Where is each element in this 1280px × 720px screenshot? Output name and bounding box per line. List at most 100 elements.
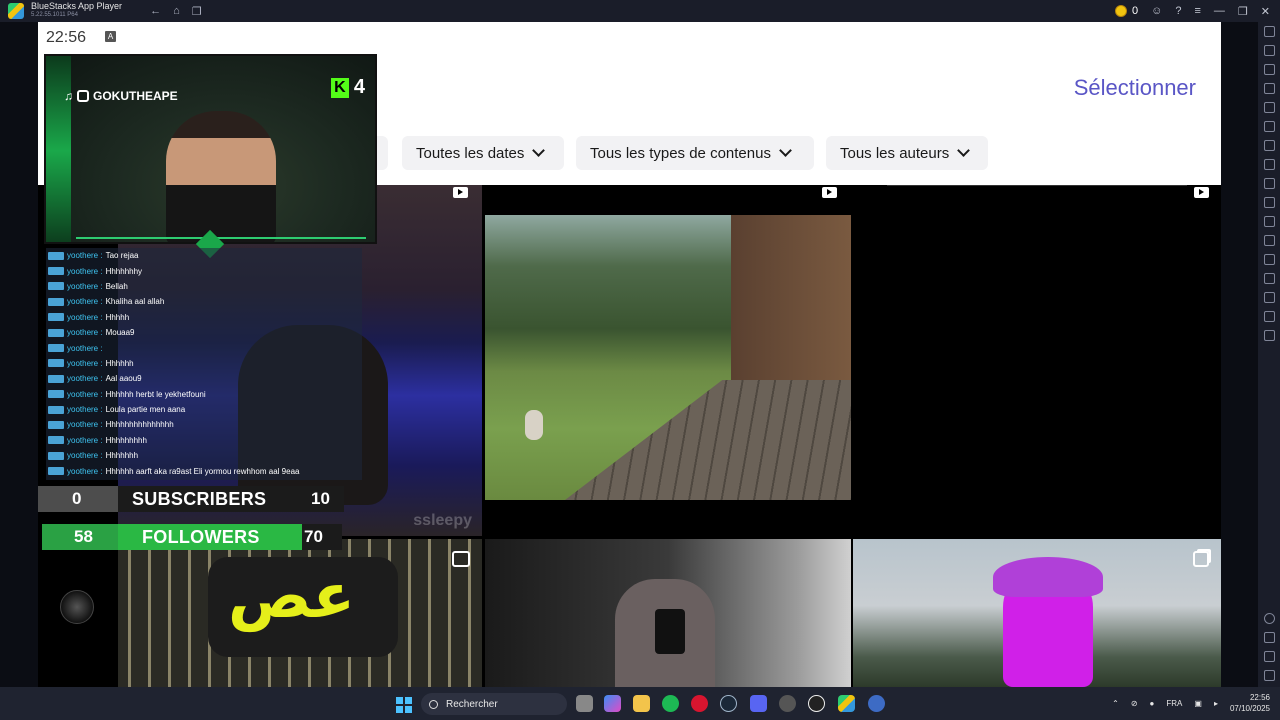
watermark: ssleepy	[413, 512, 472, 529]
crochet-hat	[993, 557, 1103, 597]
record-icon[interactable]	[1263, 102, 1275, 113]
performance-icon[interactable]	[1263, 159, 1275, 170]
filter-content-types[interactable]: Tous les types de contenus	[576, 136, 814, 170]
clock-date: 07/10/2025	[1229, 704, 1270, 713]
tile-line	[887, 185, 1187, 186]
shake-icon[interactable]	[1263, 254, 1275, 265]
language-indicator[interactable]: FRA	[1166, 699, 1182, 708]
system-tray: ⌃ ⊘ ● FRA ▣ ▸ 22:56 07/10/2025	[1112, 692, 1270, 714]
chat-text: Hhhhhh herbt le yekhetfouni	[105, 389, 206, 399]
windows-start-icon[interactable]	[396, 697, 412, 713]
chat-username: yoothere :	[67, 358, 103, 368]
folder-icon[interactable]	[1263, 216, 1275, 227]
sync-icon[interactable]	[1263, 330, 1275, 341]
close-icon[interactable]: ✕	[1261, 5, 1270, 18]
kick-badge: K 4	[330, 76, 365, 99]
eco-icon[interactable]	[1263, 273, 1275, 284]
chat-badge-icon	[48, 359, 64, 368]
chat-badge-icon	[48, 374, 64, 383]
media-tile-2[interactable]	[485, 185, 851, 536]
chat-badge-icon	[48, 467, 64, 476]
settings-icon[interactable]	[1263, 613, 1275, 624]
location-icon[interactable]	[1263, 292, 1275, 303]
sidebar-home-icon[interactable]	[1263, 651, 1275, 662]
discord-icon[interactable]	[750, 695, 767, 712]
chat-text: Tao rejaa	[105, 251, 139, 261]
keyboard-icon[interactable]	[1263, 64, 1275, 75]
app-icon[interactable]	[779, 695, 796, 712]
gamepad-icon[interactable]	[1263, 83, 1275, 94]
chat-message: yoothere : Hhhhhh	[46, 356, 362, 371]
display-icon[interactable]: ▣	[1194, 699, 1202, 708]
chevron-up-icon[interactable]: ⌃	[1112, 699, 1119, 708]
followers-goal: 70	[304, 527, 323, 546]
chat-message: yoothere : Aal aaou9	[46, 371, 362, 386]
copilot-icon[interactable]	[604, 695, 621, 712]
macro-icon[interactable]	[1263, 121, 1275, 132]
chat-badge-icon	[48, 282, 64, 291]
rotate-icon[interactable]	[1263, 235, 1275, 246]
opera-icon[interactable]	[691, 695, 708, 712]
app-icon[interactable]	[868, 695, 885, 712]
profile-avatar[interactable]	[60, 590, 94, 624]
camera-icon[interactable]	[1263, 140, 1275, 151]
chat-badge-icon	[48, 267, 64, 276]
clock-time: 22:56	[1249, 693, 1270, 702]
media-tile-3[interactable]	[853, 185, 1221, 536]
help-icon[interactable]: ?	[1175, 5, 1181, 17]
speaker-icon[interactable]: ▸	[1214, 699, 1218, 708]
chat-username: yoothere :	[67, 435, 103, 445]
media-tile-6[interactable]	[853, 539, 1221, 687]
chat-badge-icon	[48, 344, 64, 353]
kick-count: 4	[353, 76, 365, 98]
filter-content-types-label: Tous les types de contenus	[590, 144, 771, 162]
backyard-scene	[485, 215, 851, 500]
recents-icon[interactable]: ❐	[192, 5, 202, 18]
chat-text: Bellah	[105, 281, 128, 291]
chat-badge-icon	[48, 420, 64, 429]
chat-text: Hhhhhhhhh	[105, 435, 147, 445]
home-icon[interactable]: ⌂	[173, 5, 180, 18]
sidebar-back-icon[interactable]	[1263, 632, 1275, 643]
network-off-icon[interactable]: ⊘	[1131, 699, 1138, 708]
back-icon[interactable]: ←	[150, 5, 161, 18]
chat-text: Hhhhhh aarft aka ra9ast Eli yormou rewhh…	[105, 466, 300, 476]
fullscreen-icon[interactable]	[1263, 26, 1275, 37]
microphone-icon[interactable]: ●	[1150, 699, 1155, 708]
clock[interactable]: 22:56 07/10/2025	[1230, 692, 1270, 714]
tiktok-icon: ♫	[64, 89, 73, 103]
taskbar-search[interactable]: Rechercher	[421, 693, 567, 715]
file-explorer-icon[interactable]	[633, 695, 650, 712]
coin-count: 0	[1132, 5, 1139, 17]
account-icon[interactable]: ☺	[1151, 5, 1162, 17]
filter-authors[interactable]: Tous les auteurs	[826, 136, 988, 170]
spotify-icon[interactable]	[662, 695, 679, 712]
minimize-icon[interactable]: —	[1214, 5, 1225, 17]
menu-icon[interactable]: ≡	[1194, 5, 1200, 17]
media-player-icon[interactable]	[808, 695, 825, 712]
restore-icon[interactable]: ❐	[1238, 5, 1248, 18]
select-button[interactable]: Sélectionner	[1074, 75, 1196, 101]
sidebar-recents-icon[interactable]	[1263, 670, 1275, 681]
chat-username: yoothere :	[67, 251, 103, 261]
search-icon	[429, 699, 438, 709]
layers-icon[interactable]	[1263, 311, 1275, 322]
chat-badge-icon	[48, 328, 64, 337]
multi-instance-icon[interactable]	[1263, 197, 1275, 208]
search-placeholder: Rechercher	[446, 698, 498, 710]
volume-icon[interactable]	[1263, 45, 1275, 56]
left-gutter	[0, 22, 38, 687]
media-tile-4[interactable]: عص	[118, 539, 482, 687]
filter-dates[interactable]: Toutes les dates	[402, 136, 564, 170]
media-tile-5[interactable]	[485, 539, 851, 687]
bluestacks-taskbar-icon[interactable]	[838, 695, 855, 712]
chevron-down-icon	[532, 144, 546, 157]
steam-icon[interactable]	[720, 695, 737, 712]
carousel-icon	[1193, 551, 1209, 567]
chat-text: Hhhhhhhy	[105, 266, 143, 276]
chat-message: yoothere : Hhhhhh aarft aka ra9ast Eli yo…	[46, 463, 362, 478]
task-view-icon[interactable]	[576, 695, 593, 712]
coin-icon[interactable]	[1115, 5, 1127, 17]
subscribers-current: 0	[72, 489, 82, 508]
screenshot-icon[interactable]	[1263, 178, 1275, 189]
